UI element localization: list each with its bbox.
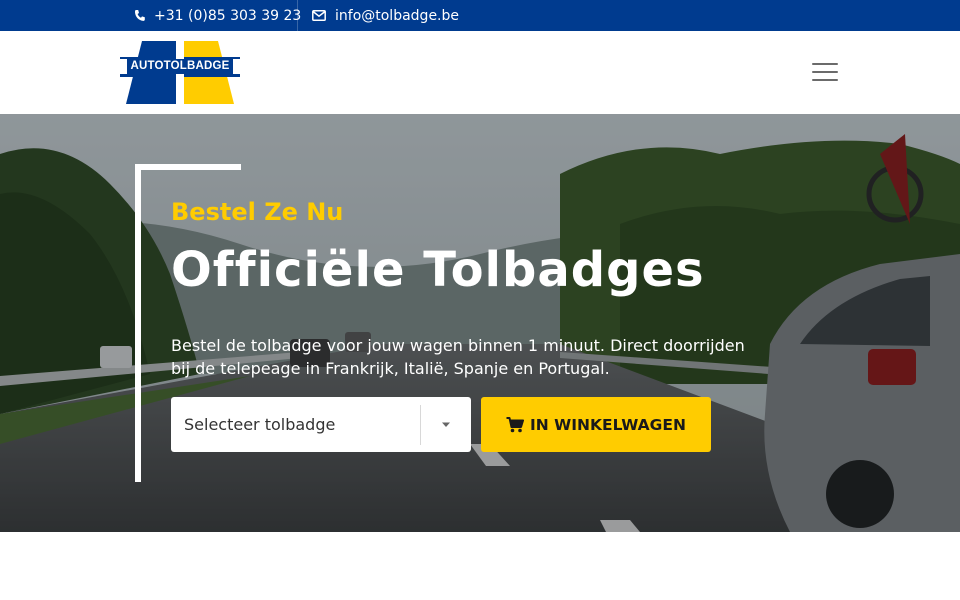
hero-eyebrow: Bestel Ze Nu bbox=[171, 198, 344, 226]
menu-toggle-button[interactable] bbox=[812, 61, 838, 83]
top-info-bar: +31 (0)85 303 39 23 info@tolbadge.be bbox=[0, 0, 960, 31]
phone-number: +31 (0)85 303 39 23 bbox=[154, 7, 302, 24]
hero-frame-horizontal bbox=[135, 164, 241, 170]
caret-down-icon bbox=[442, 422, 450, 427]
hero-overlay bbox=[0, 114, 960, 532]
add-to-cart-label: IN WINKELWAGEN bbox=[530, 415, 686, 434]
hero-section: Bestel Ze Nu Officiële Tolbadges Bestel … bbox=[0, 114, 960, 532]
email-address: info@tolbadge.be bbox=[335, 7, 460, 24]
logo-text: AUTOTOLBADGE bbox=[127, 59, 233, 74]
topbar-divider bbox=[297, 0, 298, 31]
email-link[interactable]: info@tolbadge.be bbox=[312, 0, 459, 31]
phone-link[interactable]: +31 (0)85 303 39 23 bbox=[134, 0, 301, 31]
logo-wordmark: AUTOTOLBADGE bbox=[120, 59, 240, 74]
shopping-cart-icon bbox=[506, 416, 525, 432]
phone-icon bbox=[134, 10, 145, 21]
menu-icon-bar bbox=[812, 63, 838, 65]
hero-frame-vertical bbox=[135, 164, 141, 482]
tolbadge-select-value: Selecteer tolbadge bbox=[184, 415, 336, 434]
menu-icon-bar bbox=[812, 79, 838, 81]
envelope-icon bbox=[312, 10, 326, 21]
site-header: AUTOTOLBADGE bbox=[0, 31, 960, 114]
hero-title: Officiële Tolbadges bbox=[171, 242, 705, 298]
menu-icon-bar bbox=[812, 71, 838, 73]
site-logo[interactable]: AUTOTOLBADGE bbox=[120, 41, 240, 104]
hero-description: Bestel de tolbadge voor jouw wagen binne… bbox=[171, 336, 745, 378]
select-arrow[interactable] bbox=[421, 397, 471, 452]
tolbadge-select[interactable]: Selecteer tolbadge bbox=[171, 397, 471, 452]
add-to-cart-button[interactable]: IN WINKELWAGEN bbox=[481, 397, 711, 452]
